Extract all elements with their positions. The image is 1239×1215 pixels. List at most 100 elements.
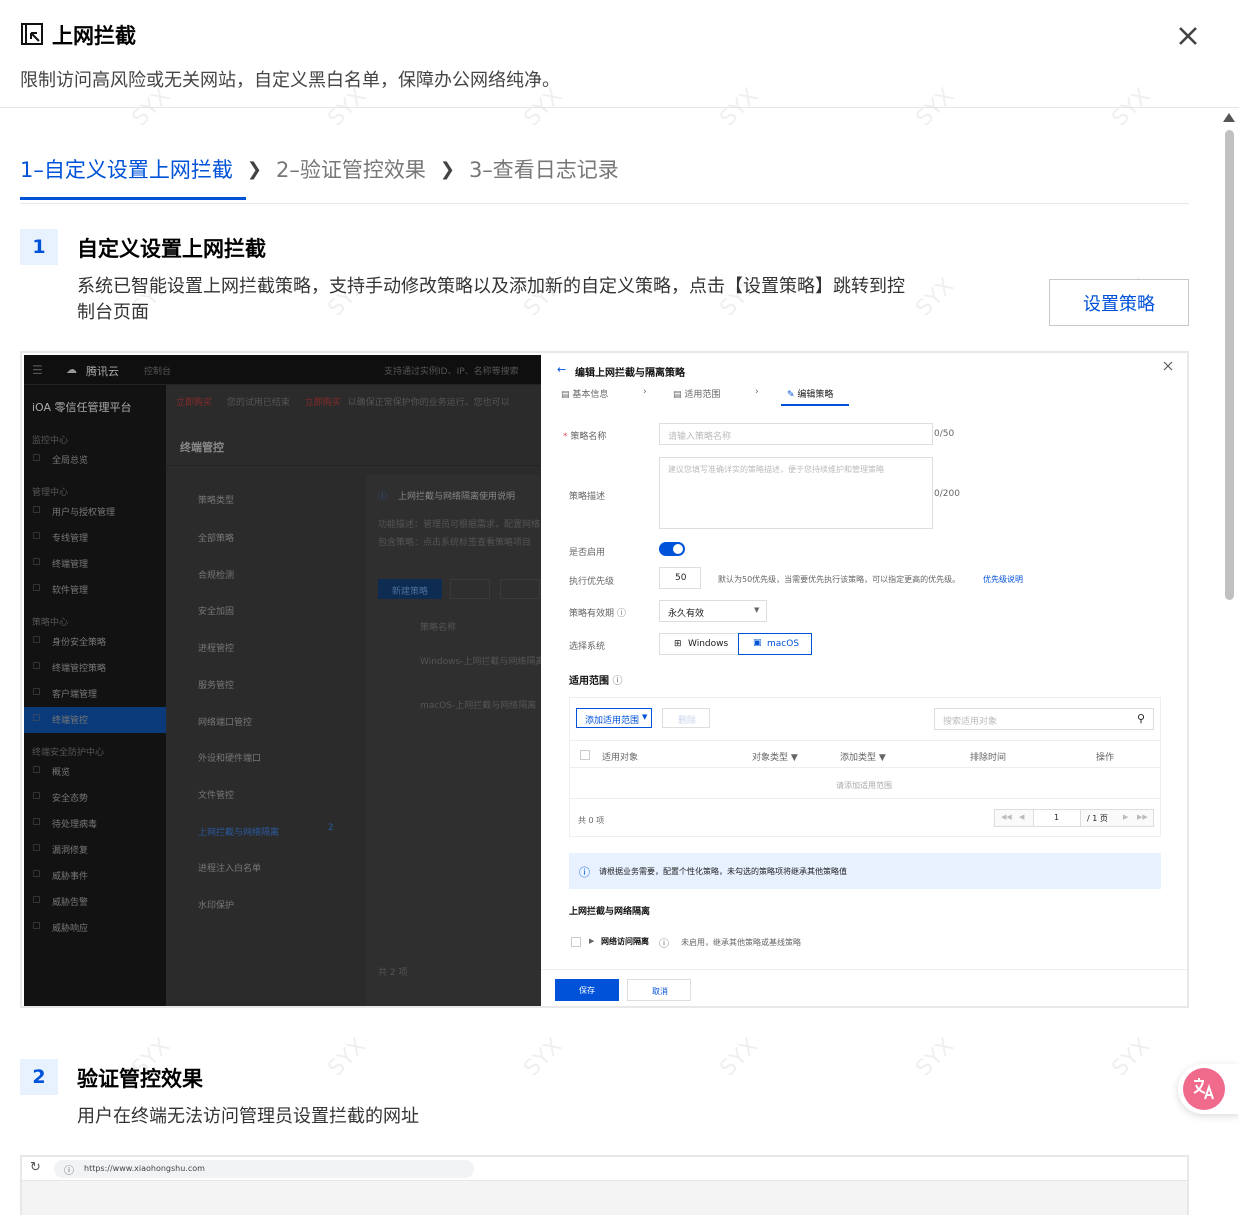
last-page-icon[interactable]: ▶▶ [1137,813,1148,821]
section-number: 1 [20,229,58,265]
sidebar-item[interactable]: 终端管控 [52,713,88,726]
priority-input[interactable]: 50 [659,567,701,589]
validity-select[interactable]: 永久有效 ▼ [659,600,767,622]
divider [166,465,541,466]
sidebar-item[interactable]: 终端管理 [52,557,88,570]
policy-type-item[interactable]: 文件管控 [198,788,234,801]
sidebar-item[interactable]: 威胁事件 [52,869,88,882]
console-topbar: ☰ ☁ 腾讯云 控制台 支持通过实例ID、IP、名称等搜索 [24,355,541,385]
sidebar-item[interactable]: 威胁告警 [52,895,88,908]
back-arrow-icon[interactable]: ← [557,363,566,376]
notice-text[interactable]: 立即购买 [305,398,341,408]
toolbar-button[interactable] [500,579,540,599]
home-link[interactable]: 控制台 [144,364,171,377]
policy-type-item[interactable]: 安全加固 [198,604,234,617]
next-page-icon[interactable]: ▶ [1123,813,1128,821]
nav-icon: ▢ [32,635,41,645]
step-1[interactable]: 1–自定义设置上网拦截 [20,154,233,184]
nav-icon: ▢ [32,895,41,905]
input-placeholder: 搜索适用对象 [943,717,998,727]
scroll-up-arrow[interactable] [1223,113,1235,122]
sidebar-item[interactable]: 专线管理 [52,531,88,544]
select-all-checkbox[interactable] [580,750,590,760]
policy-type-item[interactable]: 上网拦截与网络隔离 [198,825,279,838]
policy-type-item[interactable]: 进程注入白名单 [198,861,261,874]
sidebar-item[interactable]: 威胁响应 [52,921,88,934]
sidebar-item[interactable]: 用户与授权管理 [52,505,115,518]
column-header: 策略名称 [420,623,457,633]
table-row[interactable]: Windows-上网拦截与网络隔离 [420,654,544,667]
close-icon[interactable] [1174,22,1202,50]
close-icon[interactable] [1163,361,1173,371]
policy-type-item[interactable]: 水印保护 [198,898,234,911]
section-description: 用户在终端无法访问管理员设置拦截的网址 [77,1106,419,1127]
page-input[interactable]: 1 [1033,810,1081,826]
policy-type-item[interactable]: 全部策略 [198,531,234,544]
caret-right-icon[interactable]: ▶ [589,937,594,945]
scroll-thumb[interactable] [1225,130,1234,600]
sidebar-item[interactable]: 身份安全策略 [52,635,106,648]
sidebar-item[interactable]: 概览 [52,765,70,778]
table-row[interactable]: macOS-上网拦截与网络隔离 [420,698,536,711]
sidebar-item[interactable]: 待处理病毒 [52,817,97,830]
tab-edit-policy[interactable]: ✎ 编辑策略 [787,387,833,400]
notice-text[interactable]: 立即购买 [176,398,212,408]
step-2[interactable]: 2–验证管控效果 [276,154,426,184]
policy-icon [21,23,43,45]
prev-page-icon[interactable]: ◀ [1019,813,1024,821]
first-page-icon[interactable]: ◀◀ [1001,813,1012,821]
policy-type-item[interactable]: 合规检测 [198,568,234,581]
cancel-button[interactable]: 取消 [627,979,691,1001]
sidebar-item[interactable]: 全局总览 [52,453,88,466]
column-header: 添加类型 ▼ [840,750,886,763]
set-policy-button[interactable]: 设置策略 [1049,279,1189,326]
sidebar-item[interactable]: 终端管控策略 [52,661,106,674]
isolation-checkbox[interactable] [571,937,581,947]
policy-content: ⓘ 上网拦截与网络隔离使用说明 功能描述：管理员可根据需求，配置网络 包含策略：… [366,475,544,1006]
tab-basic-info[interactable]: ▤ 基本信息 [561,387,608,400]
save-button[interactable]: 保存 [555,979,619,1001]
os-windows-option[interactable]: ⊞ Windows [659,633,739,655]
address-bar[interactable]: ⓘ https://www.xiaohongshu.com [54,1160,474,1178]
tab-scope[interactable]: ▤ 适用范围 [673,387,720,400]
info-line: 功能描述：管理员可根据需求，配置网络 [378,520,541,530]
scope-table-card: 添加适用范围 ▼ 删除 搜索适用对象 ⚲ 适用对象 对象类型 ▼ 添加类型 ▼ … [569,697,1161,837]
edit-policy-panel: ← 编辑上网拦截与隔离策略 ▤ 基本信息 › ▤ 适用范围 › ✎ 编辑策略 *… [541,355,1187,1006]
nav-icon: ▢ [32,661,41,671]
os-macos-option[interactable]: ▣ macOS [738,633,812,655]
translate-button[interactable] [1178,1064,1239,1114]
policy-description-textarea[interactable]: 建议您填写准确详实的策略描述，便于您持续维护和管理策略 [659,457,933,529]
sidebar-item[interactable]: 客户端管理 [52,687,97,700]
item-hint: 未启用，继承其他策略或基线策略 [681,938,801,947]
delete-button[interactable]: 删除 [662,708,710,728]
policy-type-item[interactable]: 网络端口管控 [198,715,252,728]
scope-search-input[interactable]: 搜索适用对象 ⚲ [934,708,1154,730]
reload-icon[interactable]: ↻ [30,1160,41,1175]
sidebar-group-label: 策略中心 [32,618,69,628]
url-text: https://www.xiaohongshu.com [84,1164,205,1173]
priority-help-link[interactable]: 优先级说明 [983,574,1023,585]
sidebar-item[interactable]: 漏洞修复 [52,843,88,856]
filter-icon[interactable]: ▼ [879,753,886,763]
section-title: 上网拦截与网络隔离 [569,907,651,917]
filter-icon[interactable]: ▼ [791,753,798,763]
chevron-right-icon: › [755,387,759,397]
console-dark-area: ☰ ☁ 腾讯云 控制台 支持通过实例ID、IP、名称等搜索 iOA 零信任管理平… [24,355,544,1006]
toolbar-button[interactable] [450,579,490,599]
console-main: 立即购买 您的试用已结束 立即购买 以确保正常保护你的业务运行。您也可以 终端管… [166,385,544,1006]
enable-toggle[interactable] [659,542,685,556]
new-policy-button[interactable]: 新建策略 [378,579,442,599]
sidebar-item[interactable]: 软件管理 [52,583,88,596]
info-icon: ⓘ [659,939,669,950]
browser-toolbar: ↻ ⓘ https://www.xiaohongshu.com [22,1157,1187,1181]
step-3[interactable]: 3–查看日志记录 [469,154,619,184]
console-search[interactable]: 支持通过实例ID、IP、名称等搜索 [384,364,519,377]
policy-type-item[interactable]: 外设和硬件端口 [198,751,261,764]
policy-type-item[interactable]: 进程管控 [198,641,234,654]
policy-name-input[interactable]: 请输入策略名称 [659,423,933,445]
policy-count: 2 [328,823,334,833]
policy-type-item[interactable]: 服务管控 [198,678,234,691]
add-scope-button[interactable]: 添加适用范围 ▼ [576,708,652,728]
char-count: 0/50 [934,429,955,439]
sidebar-item[interactable]: 安全态势 [52,791,88,804]
